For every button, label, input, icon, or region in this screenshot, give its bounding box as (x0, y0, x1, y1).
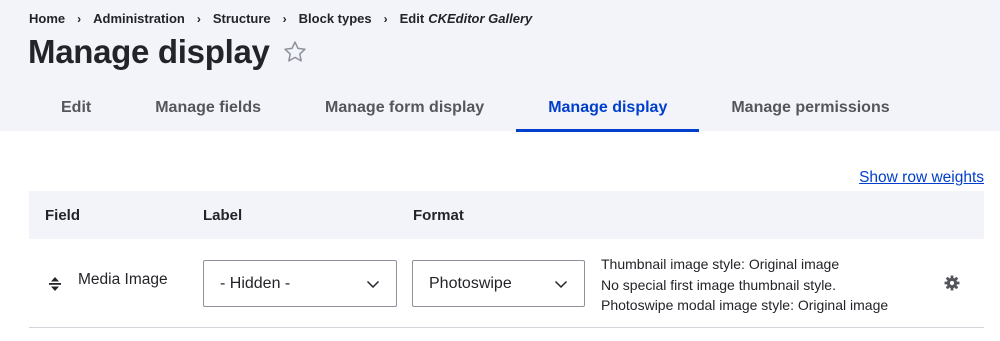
show-row-weights-link[interactable]: Show row weights (859, 169, 984, 187)
page-header: Home › Administration › Structure › Bloc… (0, 0, 1000, 132)
breadcrumb-separator: › (383, 11, 388, 26)
breadcrumb-structure[interactable]: Structure (213, 11, 271, 26)
summary-line: Photoswipe modal image style: Original i… (601, 297, 889, 313)
breadcrumb: Home › Administration › Structure › Bloc… (29, 11, 532, 26)
chevron-down-icon (554, 280, 568, 289)
label-select-value: - Hidden - (220, 274, 291, 292)
primary-tabs: Edit Manage fields Manage form display M… (29, 86, 922, 132)
drag-handle-icon[interactable] (48, 276, 62, 292)
breadcrumb-current: CKEditor Gallery (428, 11, 533, 26)
format-select-value: Photoswipe (429, 274, 512, 292)
summary-line: Thumbnail image style: Original image (601, 256, 840, 272)
tab-manage-permissions[interactable]: Manage permissions (699, 86, 921, 131)
tab-manage-display[interactable]: Manage display (516, 86, 700, 132)
page-title: Manage display (28, 33, 270, 70)
table-row: Media Image - Hidden - Photoswipe Thumbn… (29, 239, 984, 328)
tab-edit[interactable]: Edit (29, 86, 123, 131)
format-select[interactable]: Photoswipe (412, 260, 585, 307)
star-icon[interactable] (282, 39, 308, 65)
breadcrumb-home[interactable]: Home (29, 11, 65, 26)
chevron-down-icon (366, 280, 380, 289)
column-header-field: Field (45, 206, 81, 224)
column-header-label: Label (203, 206, 243, 224)
title-row: Manage display (28, 33, 308, 71)
breadcrumb-current-prefix: Edit (399, 11, 425, 26)
breadcrumb-block-types[interactable]: Block types (299, 11, 372, 26)
gear-icon[interactable] (944, 275, 960, 291)
tab-manage-fields[interactable]: Manage fields (123, 86, 293, 131)
breadcrumb-separator: › (196, 11, 201, 26)
formatter-summary: Thumbnail image style: Original image No… (601, 254, 888, 316)
breadcrumb-administration[interactable]: Administration (93, 11, 185, 26)
tab-manage-form-display[interactable]: Manage form display (293, 86, 516, 131)
breadcrumb-edit-block-type[interactable]: Edit CKEditor Gallery (400, 11, 533, 26)
breadcrumb-separator: › (282, 11, 287, 26)
label-select[interactable]: - Hidden - (203, 260, 397, 307)
breadcrumb-separator: › (77, 11, 82, 26)
column-header-format: Format (413, 206, 464, 224)
field-name: Media Image (78, 271, 168, 288)
table-header: Field Label Format (29, 191, 984, 239)
summary-line: No special first image thumbnail style. (601, 276, 836, 293)
